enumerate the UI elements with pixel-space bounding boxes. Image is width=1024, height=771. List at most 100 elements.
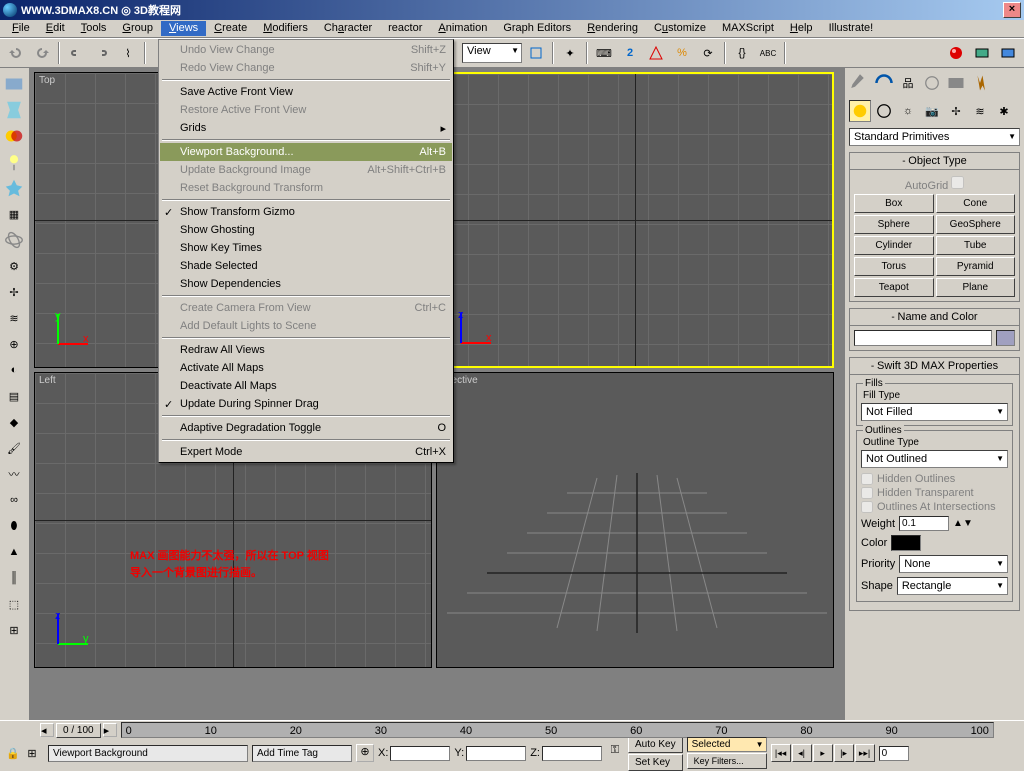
menu-group[interactable]: Group — [114, 21, 161, 36]
menu-maxscript[interactable]: MAXScript — [714, 21, 782, 36]
menu-item-activate-all-maps[interactable]: Activate All Maps — [160, 359, 452, 377]
weight-input[interactable] — [899, 516, 949, 531]
display-tab-icon[interactable] — [945, 72, 967, 94]
menu-item-expert-mode[interactable]: Expert ModeCtrl+X — [160, 443, 452, 461]
menu-item-redraw-all-views[interactable]: Redraw All Views — [160, 341, 452, 359]
menu-views[interactable]: Views — [161, 21, 206, 36]
tab-nurbs-icon[interactable] — [2, 228, 26, 252]
timeline-prev-button[interactable]: ◂ — [40, 723, 54, 737]
shape-dropdown[interactable]: Rectangle — [897, 577, 1008, 595]
tab-lights-icon[interactable] — [2, 150, 26, 174]
tab-shapes-icon[interactable] — [2, 98, 26, 122]
pyramid-button[interactable]: Pyramid — [936, 257, 1016, 276]
tab-terrain-icon[interactable]: ▲ — [2, 540, 26, 564]
tab-compounds-icon[interactable] — [2, 124, 26, 148]
tab-objects-icon[interactable] — [2, 72, 26, 96]
snap-angle-icon[interactable] — [644, 41, 668, 65]
snap-toggle-icon[interactable]: ⊞ — [23, 744, 41, 762]
swift3d-title[interactable]: - Swift 3D MAX Properties — [850, 358, 1019, 375]
teapot-button[interactable]: Teapot — [854, 278, 934, 297]
render-scene-icon[interactable] — [970, 41, 994, 65]
snap-2d-icon[interactable]: 2 — [618, 41, 642, 65]
y-input[interactable] — [466, 746, 526, 761]
object-name-input[interactable] — [854, 330, 992, 346]
menu-item-deactivate-all-maps[interactable]: Deactivate All Maps — [160, 377, 452, 395]
tab-extras-icon[interactable]: ◆ — [2, 410, 26, 434]
add-time-tag[interactable]: Add Time Tag — [252, 745, 352, 762]
cylinder-button[interactable]: Cylinder — [854, 236, 934, 255]
autogrid-checkbox[interactable]: AutoGrid — [854, 174, 1015, 194]
outline-type-dropdown[interactable]: Not Outlined — [861, 450, 1008, 468]
tab-rendering-icon[interactable]: ▤ — [2, 384, 26, 408]
plane-button[interactable]: Plane — [936, 278, 1016, 297]
hidden-outlines-checkbox[interactable]: Hidden Outlines — [861, 472, 1008, 486]
torus-button[interactable]: Torus — [854, 257, 934, 276]
create-tab-icon[interactable] — [849, 72, 871, 94]
cameras-icon[interactable]: 📷 — [921, 100, 943, 122]
time-slider[interactable]: 0 / 100 — [56, 723, 101, 738]
utilities-tab-icon[interactable] — [969, 72, 991, 94]
hidden-transparent-checkbox[interactable]: Hidden Transparent — [861, 486, 1008, 500]
goto-end-icon[interactable]: ▸▸| — [855, 744, 875, 762]
box-button[interactable]: Box — [854, 194, 934, 213]
link-icon[interactable] — [64, 41, 88, 65]
menu-item-save-active-front-view[interactable]: Save Active Front View — [160, 83, 452, 101]
redo-icon[interactable] — [30, 41, 54, 65]
named-sets-icon[interactable]: {} — [730, 41, 754, 65]
timeline-next-button[interactable]: ▸ — [103, 723, 117, 737]
lock-selection-icon[interactable]: 🔒 — [4, 744, 22, 762]
x-input[interactable] — [390, 746, 450, 761]
name-color-title[interactable]: - Name and Color — [850, 309, 1019, 326]
systems-icon[interactable]: ✱ — [993, 100, 1015, 122]
select-manipulate-icon[interactable]: ✦ — [558, 41, 582, 65]
tab-misc-icon[interactable]: ⊞ — [2, 618, 26, 642]
spinner-snap-icon[interactable]: ⟳ — [696, 41, 720, 65]
menu-modifiers[interactable]: Modifiers — [255, 21, 316, 36]
menu-item-shade-selected[interactable]: Shade Selected — [160, 257, 452, 275]
keyboard-shortcut-icon[interactable]: ⌨ — [592, 41, 616, 65]
undo-icon[interactable] — [4, 41, 28, 65]
play-icon[interactable]: ▸ — [813, 744, 833, 762]
use-center-icon[interactable] — [524, 41, 548, 65]
tab-water-icon[interactable]: 〰 — [2, 462, 26, 486]
lights-icon[interactable]: ☼ — [897, 100, 919, 122]
bind-spacewarp-icon[interactable]: ⌇ — [116, 41, 140, 65]
edit-named-sets-icon[interactable]: ABC — [756, 41, 780, 65]
prev-frame-icon[interactable]: ◂| — [792, 744, 812, 762]
transform-type-in-icon[interactable]: ⊕ — [356, 744, 374, 762]
geosphere-button[interactable]: GeoSphere — [936, 215, 1016, 234]
menu-file[interactable]: File — [4, 21, 38, 36]
menu-item-show-key-times[interactable]: Show Key Times — [160, 239, 452, 257]
ref-coord-dropdown[interactable]: View — [462, 43, 522, 63]
current-frame-input[interactable] — [879, 746, 909, 761]
menu-create[interactable]: Create — [206, 21, 255, 36]
menu-rendering[interactable]: Rendering — [579, 21, 646, 36]
object-type-title[interactable]: - Object Type — [850, 153, 1019, 170]
menu-item-show-dependencies[interactable]: Show Dependencies — [160, 275, 452, 293]
geometry-icon[interactable] — [849, 100, 871, 122]
menu-item-update-during-spinner-drag[interactable]: ✓Update During Spinner Drag — [160, 395, 452, 413]
spacewarps-icon[interactable]: ≋ — [969, 100, 991, 122]
tab-spacewarps-icon[interactable]: ≋ — [2, 306, 26, 330]
tab-particles-icon[interactable] — [2, 176, 26, 200]
tab-systems-icon[interactable]: ⊕ — [2, 332, 26, 356]
unlink-icon[interactable] — [90, 41, 114, 65]
menu-customize[interactable]: Customize — [646, 21, 714, 36]
time-ruler[interactable]: 0102030405060708090100 — [121, 722, 994, 738]
shapes-icon[interactable] — [873, 100, 895, 122]
menu-help[interactable]: Help — [782, 21, 821, 36]
close-button[interactable]: × — [1003, 2, 1021, 18]
category-dropdown[interactable]: Standard Primitives — [849, 128, 1020, 146]
snap-percent-icon[interactable]: % — [670, 41, 694, 65]
menu-tools[interactable]: Tools — [73, 21, 115, 36]
key-filters-button[interactable]: Key Filters... — [687, 753, 767, 769]
tube-button[interactable]: Tube — [936, 236, 1016, 255]
menu-graph-editors[interactable]: Graph Editors — [495, 21, 579, 36]
goto-start-icon[interactable]: |◂◂ — [771, 744, 791, 762]
color-swatch[interactable] — [996, 330, 1015, 346]
menu-item-show-ghosting[interactable]: Show Ghosting — [160, 221, 452, 239]
outline-color-swatch[interactable] — [891, 535, 921, 551]
tab-patch-icon[interactable]: ▦ — [2, 202, 26, 226]
menu-item-viewport-background[interactable]: Viewport Background...Alt+B — [160, 143, 452, 161]
menu-item-grids[interactable]: Grids▸ — [160, 119, 452, 137]
